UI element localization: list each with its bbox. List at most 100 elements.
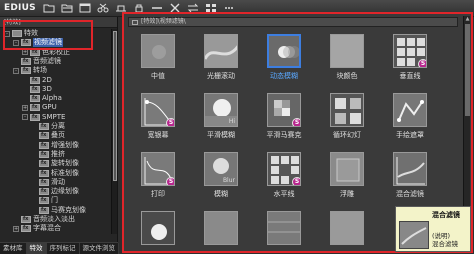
- tree-item[interactable]: 推挤: [31, 150, 65, 159]
- effect-item[interactable]: S 水平线: [254, 152, 314, 198]
- effect-name: 中值: [151, 72, 165, 80]
- tree-item[interactable]: 滑动: [31, 178, 65, 187]
- folder-fx-icon: [39, 178, 49, 187]
- effect-thumbnail: S: [267, 93, 301, 127]
- tree-item[interactable]: 门: [31, 196, 58, 205]
- tree-item-label: 3D: [42, 84, 52, 93]
- tree-item-label: 旋转划像: [51, 159, 79, 168]
- window-icon[interactable]: [78, 2, 92, 15]
- effect-name: 手绘遮罩: [396, 131, 424, 139]
- tooltip-title: 混合滤镜: [432, 211, 460, 219]
- effect-item[interactable]: [128, 211, 188, 254]
- tab-sequence-markers[interactable]: 序列标记: [47, 243, 80, 254]
- tree-item[interactable]: 马赛克划像: [31, 206, 86, 215]
- tree-item-label: 视频滤镜: [33, 38, 63, 48]
- effect-item[interactable]: Blur 模糊: [191, 152, 251, 198]
- thumbnail-caption: Blur: [222, 177, 235, 184]
- tree-item[interactable]: 叠页: [31, 131, 65, 140]
- tree-item[interactable]: - SMPTE: [22, 113, 65, 122]
- tree-item[interactable]: - 转场: [13, 66, 47, 75]
- collapse-icon[interactable]: -: [13, 67, 19, 74]
- layout-icon[interactable]: [114, 2, 128, 15]
- effect-item[interactable]: 浮雕: [317, 152, 377, 198]
- tab-effects[interactable]: 特效: [26, 243, 47, 254]
- tree-item-label: GPU: [42, 103, 57, 112]
- lock-icon[interactable]: [132, 2, 146, 15]
- scroll-up-icon[interactable]: ▲: [464, 16, 471, 22]
- effect-name: 混合滤镜: [396, 190, 424, 198]
- tree-item-label: Alpha: [42, 94, 62, 103]
- gpu-badge-icon: S: [166, 177, 174, 185]
- effect-thumbnail: [141, 211, 175, 245]
- expand-icon[interactable]: +: [13, 225, 19, 232]
- tree-item-label: 2D: [42, 75, 52, 84]
- effects-tree-panel: [特效] -特效-视频滤镜+色彩校正音频滤镜-转场2D3DAlpha+GPU-S…: [0, 17, 119, 254]
- scissors-icon[interactable]: [96, 2, 110, 15]
- effect-name: 光栅滚动: [207, 72, 235, 80]
- tree-item-label: 增强划像: [51, 140, 79, 149]
- swap-icon[interactable]: [186, 2, 200, 15]
- tree-item[interactable]: - 特效: [4, 29, 38, 38]
- gpu-badge-icon: S: [292, 177, 300, 185]
- effect-item[interactable]: Hi 平滑模糊: [191, 93, 251, 139]
- folder-icon: [12, 30, 22, 37]
- tree-item-label: 音频淡入淡出: [33, 215, 75, 223]
- tree-item[interactable]: + 字幕混合: [13, 224, 61, 233]
- effect-name: 平滑模糊: [207, 131, 235, 139]
- effect-item[interactable]: 光栅滚动: [191, 34, 251, 80]
- scroll-thumb[interactable]: [465, 24, 470, 116]
- tree-item[interactable]: 边缘划像: [31, 187, 79, 196]
- effect-item[interactable]: 动态模糊: [254, 34, 314, 80]
- effect-item[interactable]: S 垂直线: [380, 34, 440, 80]
- collapse-icon[interactable]: -: [4, 30, 10, 37]
- effect-thumbnail: [330, 34, 364, 68]
- tab-source-browser[interactable]: 源文件浏览: [80, 243, 119, 254]
- effect-item[interactable]: S 宽银幕: [128, 93, 188, 139]
- collapse-icon[interactable]: -: [13, 39, 19, 46]
- effect-item[interactable]: [317, 211, 377, 254]
- folder-fx-icon: [39, 187, 49, 196]
- grid-icon[interactable]: [204, 2, 218, 15]
- effect-name: 动态模糊: [270, 72, 298, 80]
- effect-item[interactable]: 块颜色: [317, 34, 377, 80]
- tree-item[interactable]: 旋转划像: [31, 159, 79, 168]
- collapse-icon[interactable]: -: [22, 114, 28, 121]
- effect-item[interactable]: 手绘遮罩: [380, 93, 440, 139]
- folder-fx-icon: [39, 122, 49, 131]
- folder-icon[interactable]: [42, 2, 56, 15]
- tab-bin[interactable]: 素材库: [0, 243, 27, 254]
- effect-item[interactable]: 循环幻灯: [317, 93, 377, 139]
- tree-item[interactable]: Alpha: [22, 94, 62, 103]
- tree-item[interactable]: 3D: [22, 85, 52, 94]
- more-icon[interactable]: [222, 2, 236, 15]
- effect-item[interactable]: [191, 211, 251, 254]
- tree-item[interactable]: 分离: [31, 122, 65, 131]
- expand-icon[interactable]: +: [22, 49, 28, 56]
- tree-item[interactable]: 增强划像: [31, 141, 79, 150]
- effects-tree: -特效-视频滤镜+色彩校正音频滤镜-转场2D3DAlpha+GPU-SMPTE分…: [0, 28, 117, 235]
- effect-item[interactable]: S 打印: [128, 152, 188, 198]
- tree-item-label: 马赛克划像: [51, 205, 86, 214]
- tooltip-preview: [399, 221, 429, 249]
- effect-thumbnail: S: [393, 34, 427, 68]
- close-x-icon[interactable]: [168, 2, 182, 15]
- effect-item[interactable]: S 平滑马赛克: [254, 93, 314, 139]
- tree-item[interactable]: 2D: [22, 76, 52, 85]
- effect-name: 打印: [151, 190, 165, 198]
- scroll-thumb[interactable]: [113, 31, 117, 181]
- tree-item[interactable]: 标准划像: [31, 169, 79, 178]
- tree-item[interactable]: + 色彩校正: [22, 48, 70, 57]
- tree-item[interactable]: 音频淡入淡出: [13, 215, 75, 224]
- effect-thumbnail: S: [141, 93, 175, 127]
- effect-thumbnail: S: [141, 152, 175, 186]
- effect-item[interactable]: [254, 211, 314, 254]
- tree-item[interactable]: - 视频滤镜: [13, 38, 63, 48]
- tree-item[interactable]: 音频滤镜: [13, 57, 61, 66]
- expand-icon[interactable]: +: [22, 104, 28, 111]
- tree-item[interactable]: + GPU: [22, 103, 57, 112]
- tree-scrollbar[interactable]: [111, 29, 117, 234]
- effect-item[interactable]: 中值: [128, 34, 188, 80]
- folder-open-icon[interactable]: [60, 2, 74, 15]
- effect-item[interactable]: 混合滤镜: [380, 152, 440, 198]
- dash-icon[interactable]: [150, 2, 164, 15]
